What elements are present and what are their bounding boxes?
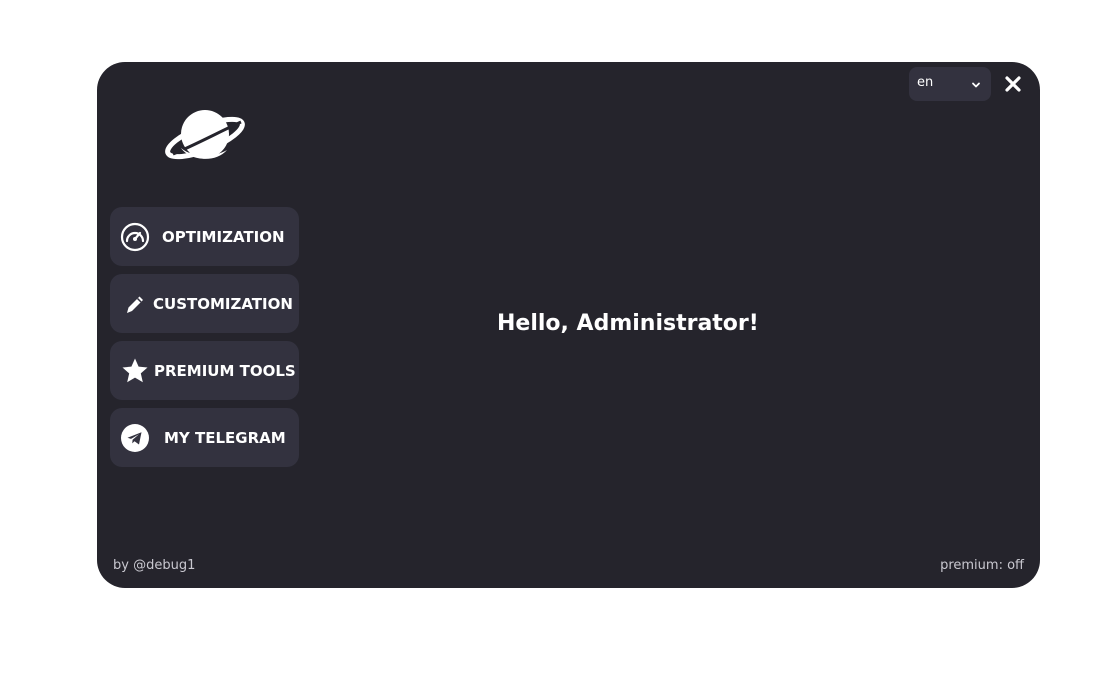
customization-label: CUSTOMIZATION: [153, 294, 293, 313]
optimization-button[interactable]: OPTIMIZATION: [110, 207, 299, 266]
language-select-value: en: [917, 75, 934, 90]
optimization-label: OPTIMIZATION: [162, 227, 285, 246]
language-select[interactable]: en: [909, 67, 991, 101]
app-window: OPTIMIZATION CUSTOMIZATION PREMIUM TOOLS…: [97, 62, 1040, 588]
premium-tools-label: PREMIUM TOOLS: [154, 361, 296, 380]
chevron-down-icon: [971, 79, 981, 89]
planet-logo-icon: [163, 106, 247, 166]
premium-tools-button[interactable]: PREMIUM TOOLS: [110, 341, 299, 400]
premium-status: premium: off: [940, 558, 1024, 573]
customization-button[interactable]: CUSTOMIZATION: [110, 274, 299, 333]
close-button[interactable]: [1003, 74, 1023, 94]
greeting-text: Hello, Administrator!: [497, 311, 759, 336]
author-credit: by @debug1: [113, 558, 196, 573]
my-telegram-label: MY TELEGRAM: [164, 428, 286, 447]
my-telegram-button[interactable]: MY TELEGRAM: [110, 408, 299, 467]
close-icon: [1005, 76, 1021, 92]
